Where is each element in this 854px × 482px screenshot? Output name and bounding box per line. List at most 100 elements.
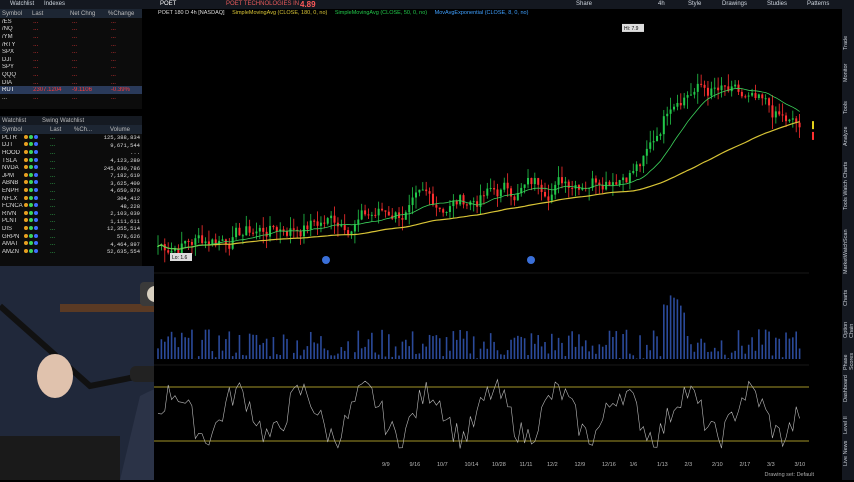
cell-symbol: PLNT <box>0 218 24 224</box>
tab-watchlist[interactable]: Watchlist <box>10 1 34 7</box>
list-item[interactable]: JPM...7,182,619 <box>0 172 142 180</box>
candle-body <box>381 209 383 211</box>
dock-tab[interactable]: Phase Scores <box>843 340 854 370</box>
dock-tab[interactable]: Trade <box>843 20 854 50</box>
table-row[interactable]: /ES......... <box>0 18 142 26</box>
candle-body <box>259 228 261 232</box>
candle-body <box>245 226 247 235</box>
watchlist-tabs: Watchlist Swing Watchlist <box>0 116 142 125</box>
cell-volume: 4,123,280 <box>74 157 140 164</box>
list-item[interactable]: AMZN...52,635,554 <box>0 248 142 256</box>
cell-sym: /NQ <box>0 26 31 32</box>
candle-body <box>473 201 475 202</box>
cell-last: ... <box>31 34 70 40</box>
candle-body <box>232 237 234 249</box>
cell-symbol: PLTR <box>0 135 24 141</box>
price-chart[interactable]: 87.576.565.554.543.532.521.515.24.89Hi: … <box>154 9 814 480</box>
table-row[interactable]: QQQ......... <box>0 71 142 79</box>
dock-tab[interactable]: Level II <box>843 404 854 434</box>
list-item[interactable]: GRPN...578,626 <box>0 233 142 241</box>
list-item[interactable]: PLTR...125,388,834 <box>0 134 142 142</box>
table-row[interactable]: ............ <box>0 94 142 102</box>
dock-tab[interactable]: Charts <box>843 276 854 306</box>
tab-indexes[interactable]: Indexes <box>44 1 65 7</box>
dock-tab[interactable]: Scan <box>843 212 854 242</box>
patterns-button[interactable]: Patterns <box>807 1 829 7</box>
table-row[interactable]: SPX......... <box>0 48 142 56</box>
dock-tab[interactable]: Dashboard <box>843 372 854 402</box>
volume-bar <box>205 330 207 359</box>
style-button[interactable]: Style <box>688 1 701 7</box>
list-item[interactable]: AMAT...4,464,897 <box>0 240 142 248</box>
col-pct-change[interactable]: %Change <box>108 11 140 17</box>
cell-volume: 7,182,619 <box>74 172 140 179</box>
cell-sym: /ES <box>0 19 31 25</box>
list-item[interactable]: RIVN...2,103,039 <box>0 210 142 218</box>
col-pct-2[interactable]: %Ch... <box>74 127 110 133</box>
study-sma180[interactable]: SimpleMovingAvg (CLOSE, 180, 0, no) <box>232 10 327 16</box>
col-net-chng[interactable]: Net Chng <box>70 11 108 17</box>
symbol-field[interactable]: POET <box>160 1 176 7</box>
table-row[interactable]: DJI......... <box>0 56 142 64</box>
watchlist2-rows: PLTR...125,388,834DJT...9,671,544HOOD...… <box>0 134 142 256</box>
earnings-marker-icon[interactable] <box>322 256 330 264</box>
volume-bar <box>795 332 797 359</box>
volume-bar <box>724 355 726 359</box>
volume-bar <box>524 338 526 359</box>
volume-bar <box>758 329 760 359</box>
list-item[interactable]: FCNCA...48,228 <box>0 202 142 210</box>
table-row[interactable]: RUT2307.1204-9.1106-0.39% <box>0 86 142 94</box>
share-button[interactable]: Share <box>576 1 592 7</box>
x-tick-label: 2/3 <box>685 462 693 468</box>
list-item[interactable]: DIS...12,355,514 <box>0 225 142 233</box>
list-item[interactable]: ABNB...3,625,409 <box>0 180 142 188</box>
list-item[interactable]: NVDA...245,030,786 <box>0 164 142 172</box>
volume-bar <box>761 345 763 359</box>
table-row[interactable]: SPY......... <box>0 64 142 72</box>
study-ema[interactable]: MovAvgExponential (CLOSE, 8, 0, no) <box>435 10 529 16</box>
col-last[interactable]: Last <box>32 11 70 17</box>
volume-bar <box>303 350 305 359</box>
cell-sym: DIA <box>0 80 31 86</box>
cell-volume: 4,650,870 <box>74 187 140 194</box>
list-item[interactable]: NFLX...304,412 <box>0 195 142 203</box>
table-row[interactable]: DIA......... <box>0 79 142 87</box>
volume-bar <box>422 344 424 359</box>
dock-tab[interactable]: Option Chain <box>843 308 854 338</box>
candle-body <box>262 228 264 232</box>
candle-body <box>238 228 240 236</box>
drawings-button[interactable]: Drawings <box>722 1 747 7</box>
dock-tab[interactable]: Charts <box>843 148 854 178</box>
table-row[interactable]: /NQ......... <box>0 26 142 34</box>
list-item[interactable]: PLNT...1,111,611 <box>0 218 142 226</box>
col-symbol-2[interactable]: Symbol <box>2 127 50 133</box>
candle-body <box>425 190 427 192</box>
list-item[interactable]: TSLA...4,123,280 <box>0 157 142 165</box>
candle-body <box>609 182 611 185</box>
candle-body <box>625 178 627 183</box>
candle-body <box>235 228 237 237</box>
table-row[interactable]: /RTY......... <box>0 41 142 49</box>
cell-symbol: DJT <box>0 142 24 148</box>
list-item[interactable]: ENPH...4,650,870 <box>0 187 142 195</box>
earnings-marker-icon[interactable] <box>527 256 535 264</box>
col-last-2[interactable]: Last <box>50 127 74 133</box>
study-sma50[interactable]: SimpleMovingAvg (CLOSE, 50, 0, no) <box>335 10 427 16</box>
timeframe-button[interactable]: 4h <box>658 1 665 7</box>
tab-watchlist-2[interactable]: Watchlist <box>2 118 42 124</box>
list-item[interactable]: HOOD...... <box>0 149 142 157</box>
studies-button[interactable]: Studies <box>767 1 787 7</box>
tab-swing-watchlist[interactable]: Swing Watchlist <box>42 118 102 124</box>
dock-tab[interactable]: Tools <box>843 84 854 114</box>
dock-tab[interactable]: Monitor <box>843 52 854 82</box>
table-row[interactable]: /YM......... <box>0 33 142 41</box>
dock-tab[interactable]: Live News <box>843 436 854 466</box>
dock-tab[interactable]: Tools Watch <box>843 180 854 210</box>
col-volume[interactable]: Volume <box>110 127 142 133</box>
dock-tab[interactable]: MarketWatch <box>843 244 854 274</box>
list-item[interactable]: DJT...9,671,544 <box>0 142 142 150</box>
x-tick-label: 12/2 <box>547 462 558 468</box>
dock-tab[interactable]: Analyze <box>843 116 854 146</box>
price-axis[interactable] <box>814 9 828 480</box>
col-symbol[interactable]: Symbol <box>2 11 32 17</box>
